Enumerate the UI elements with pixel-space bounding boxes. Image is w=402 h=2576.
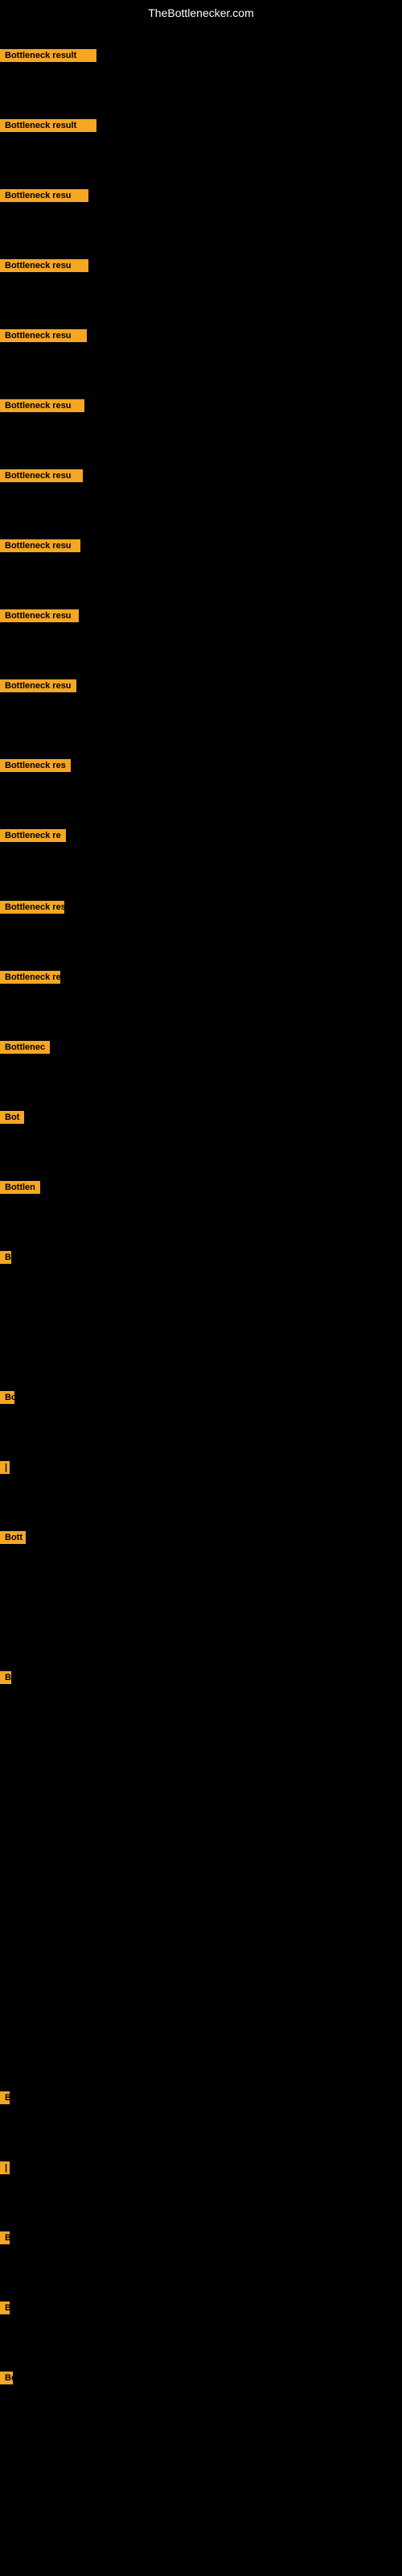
bottleneck-badge-17[interactable]: Bottlen — [0, 1181, 40, 1194]
bottleneck-badge-27[interactable]: Bo — [0, 2372, 13, 2384]
bottleneck-badge-20[interactable]: | — [0, 1461, 10, 1474]
bottleneck-badge-2[interactable]: Bottleneck result — [0, 119, 96, 132]
bottleneck-badge-5[interactable]: Bottleneck resu — [0, 329, 87, 342]
bottleneck-badge-25[interactable]: B — [0, 2231, 10, 2244]
bottleneck-badge-24[interactable]: | — [0, 2161, 10, 2174]
bottleneck-badge-6[interactable]: Bottleneck resu — [0, 399, 84, 412]
bottleneck-badge-4[interactable]: Bottleneck resu — [0, 259, 88, 272]
site-title-text: TheBottlenecker.com — [148, 6, 254, 19]
bottleneck-badge-3[interactable]: Bottleneck resu — [0, 189, 88, 202]
bottleneck-badge-9[interactable]: Bottleneck resu — [0, 609, 79, 622]
site-title: TheBottlenecker.com — [0, 0, 402, 26]
bottleneck-badge-12[interactable]: Bottleneck re — [0, 829, 66, 842]
bottleneck-badge-22[interactable]: B — [0, 1671, 11, 1684]
bottleneck-badge-11[interactable]: Bottleneck res — [0, 759, 71, 772]
bottleneck-badge-7[interactable]: Bottleneck resu — [0, 469, 83, 482]
bottleneck-badge-26[interactable]: B — [0, 2301, 10, 2314]
bottleneck-badge-18[interactable]: B — [0, 1251, 11, 1264]
bottleneck-badge-10[interactable]: Bottleneck resu — [0, 679, 76, 692]
bottleneck-badge-16[interactable]: Bot — [0, 1111, 24, 1124]
bottleneck-badge-19[interactable]: Bo — [0, 1391, 14, 1404]
bottleneck-badge-14[interactable]: Bottleneck re — [0, 971, 60, 984]
bottleneck-badge-8[interactable]: Bottleneck resu — [0, 539, 80, 552]
bottleneck-badge-21[interactable]: Bott — [0, 1531, 26, 1544]
bottleneck-badge-1[interactable]: Bottleneck result — [0, 49, 96, 62]
bottleneck-badge-23[interactable]: B — [0, 2091, 10, 2104]
bottleneck-badge-13[interactable]: Bottleneck res — [0, 901, 64, 914]
bottleneck-badge-15[interactable]: Bottlenec — [0, 1041, 50, 1054]
